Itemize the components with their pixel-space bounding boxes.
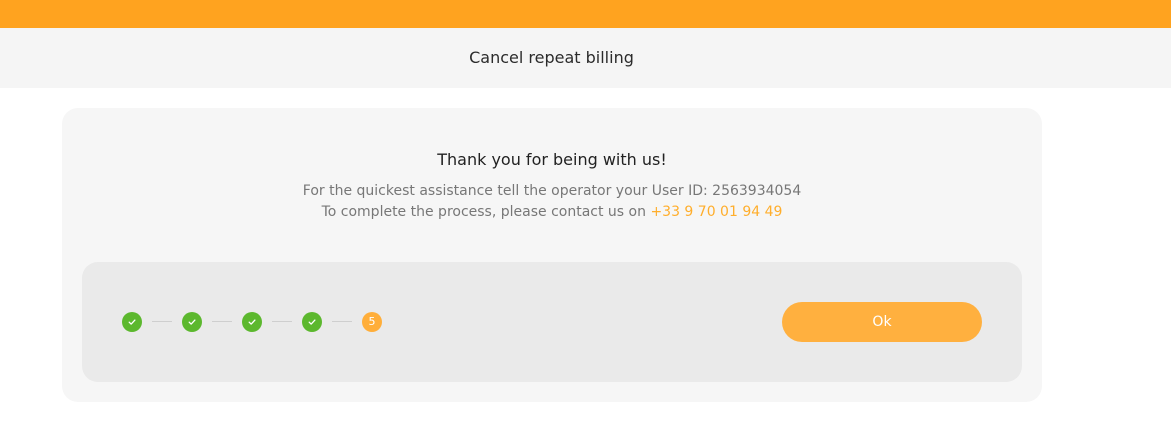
card-heading: Thank you for being with us! (437, 150, 667, 169)
confirmation-card: Thank you for being with us! For the qui… (62, 108, 1042, 402)
step-1-complete (122, 312, 142, 332)
page-title: Cancel repeat billing (469, 48, 634, 67)
assistance-text: For the quickest assistance tell the ope… (302, 183, 802, 199)
step-connector (152, 321, 172, 322)
contact-text: To complete the process, please contact … (321, 204, 651, 220)
phone-link[interactable]: +33 9 70 01 94 49 (650, 204, 782, 220)
step-3-complete (242, 312, 262, 332)
contact-line: To complete the process, please contact … (62, 202, 1042, 222)
check-icon (248, 319, 256, 325)
check-icon (188, 319, 196, 325)
steps-panel: 5 Ok (82, 262, 1022, 382)
check-icon (128, 319, 136, 325)
step-5-current: 5 (362, 312, 382, 332)
step-connector (212, 321, 232, 322)
step-5-label: 5 (368, 315, 376, 328)
step-connector (332, 321, 352, 322)
step-connector (272, 321, 292, 322)
check-icon (308, 319, 316, 325)
top-brand-bar (0, 0, 1171, 28)
step-4-complete (302, 312, 322, 332)
page-header: Cancel repeat billing (0, 28, 1171, 88)
step-2-complete (182, 312, 202, 332)
ok-button[interactable]: Ok (782, 302, 982, 342)
